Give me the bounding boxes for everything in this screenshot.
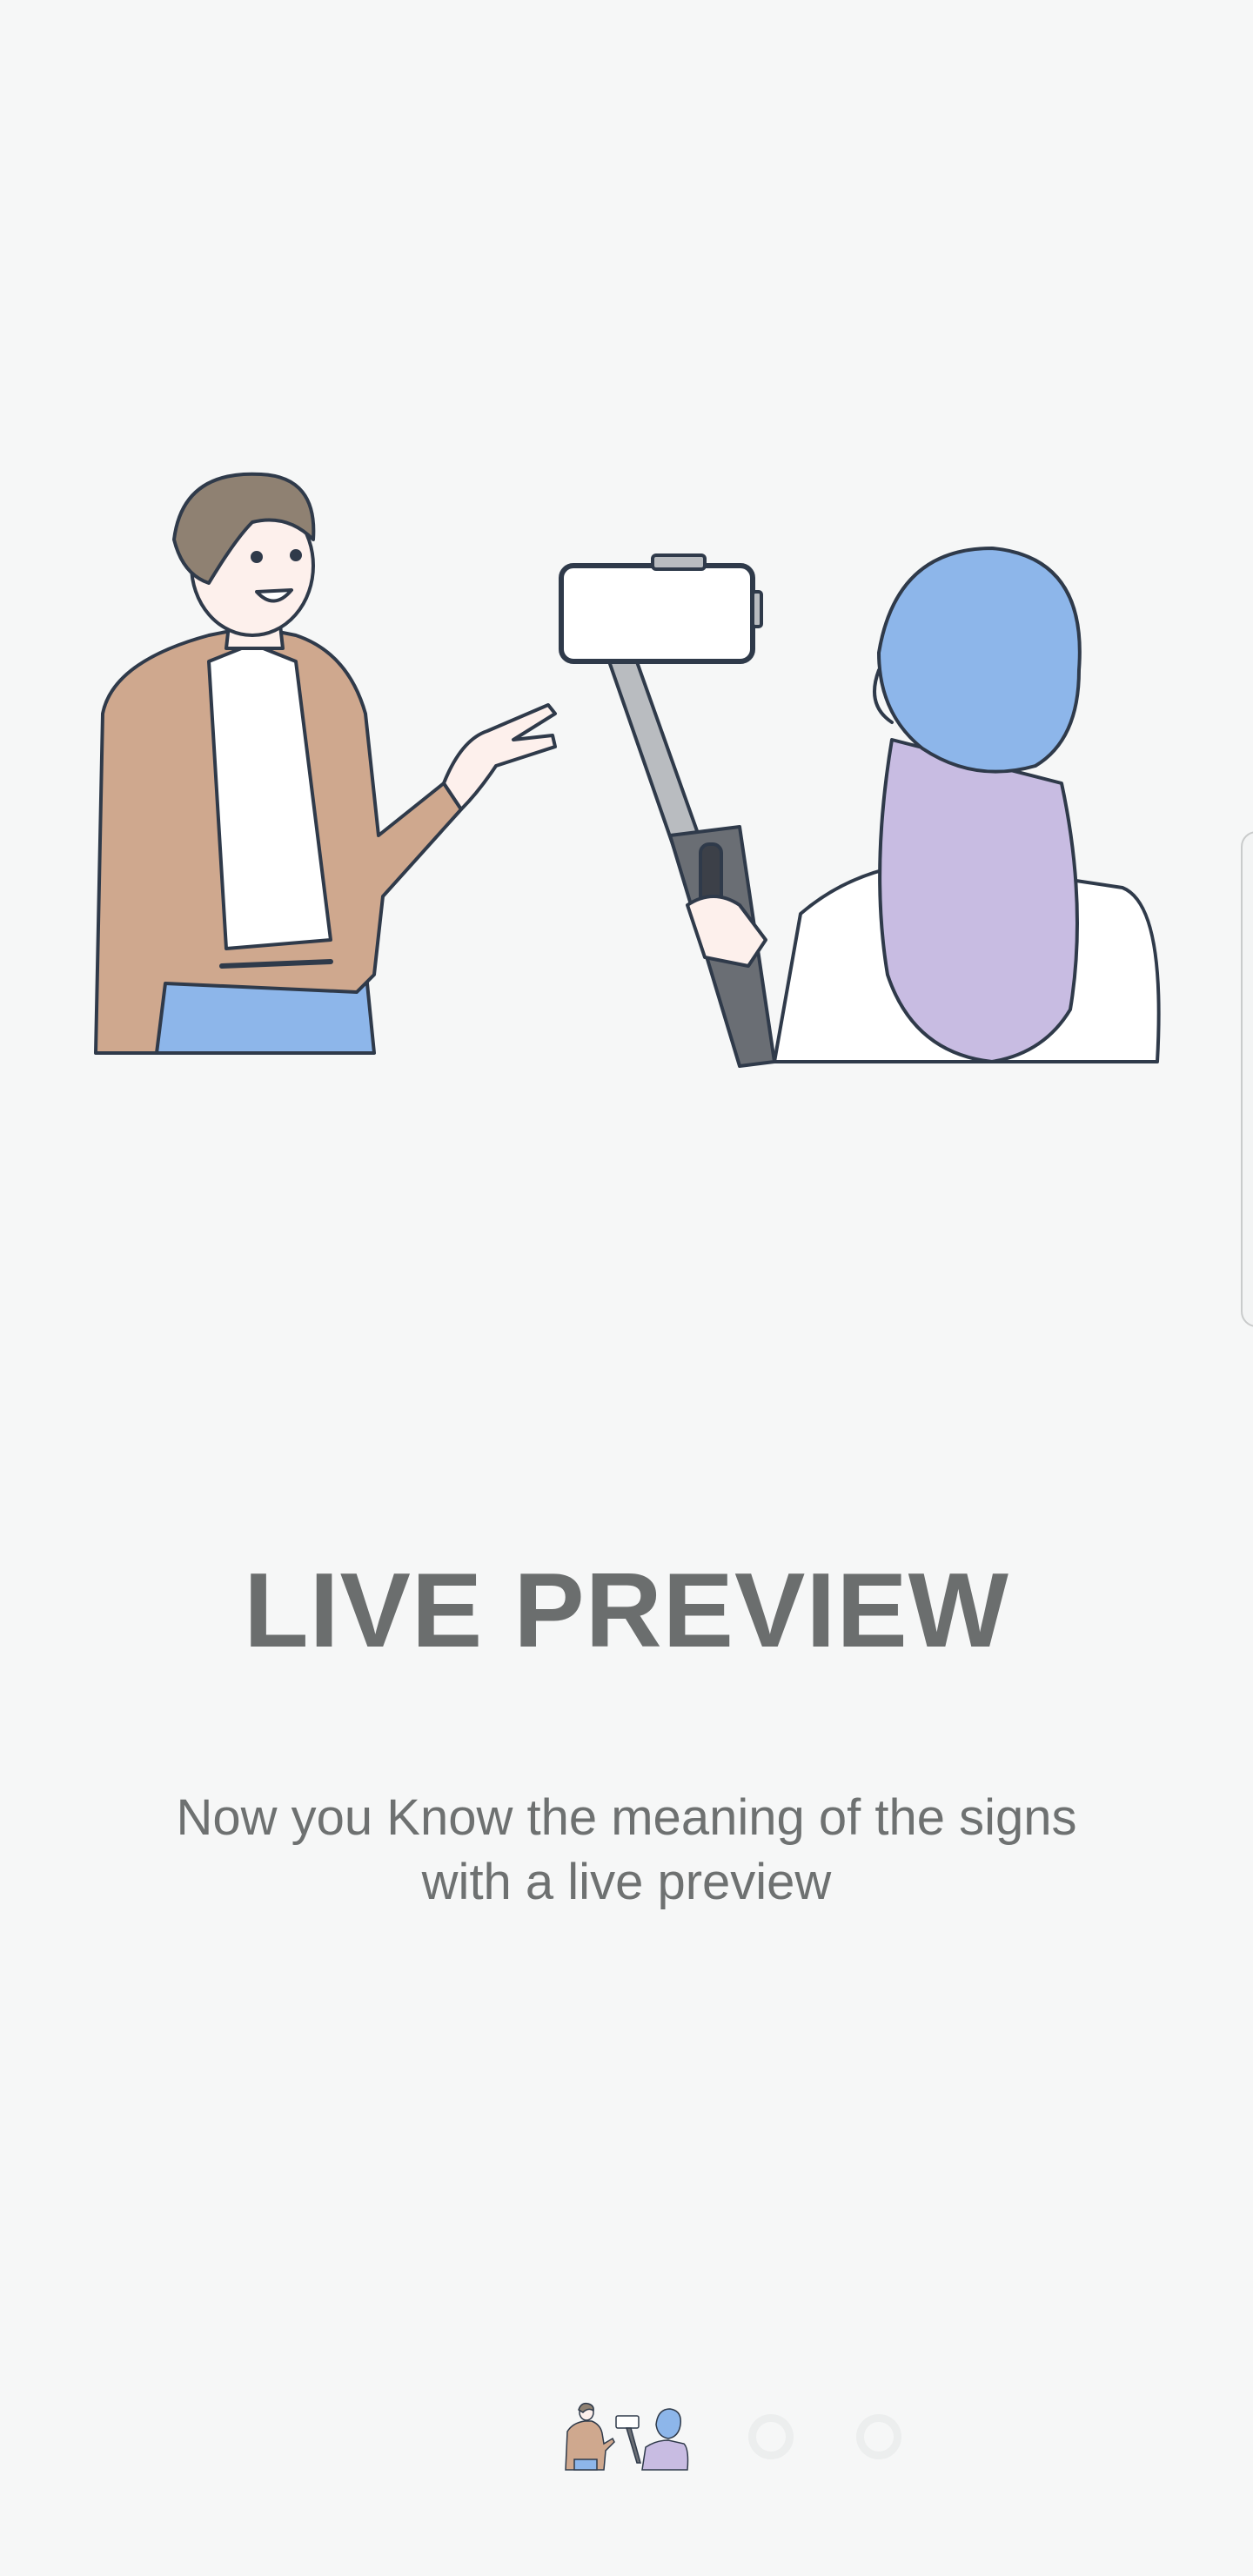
description-line-2: with a live preview xyxy=(421,1854,832,1910)
page-indicator xyxy=(0,2402,1253,2472)
live-preview-illustration xyxy=(94,472,1161,1068)
description-line-1: Now you Know the meaning of the signs xyxy=(176,1789,1077,1846)
page-indicator-active-thumbnail-icon[interactable] xyxy=(562,2402,691,2472)
onboarding-screen: LIVE PREVIEW Now you Know the meaning of… xyxy=(0,0,1253,2576)
page-title: LIVE PREVIEW xyxy=(244,1551,1009,1669)
page-dot-icon[interactable] xyxy=(856,2414,901,2459)
edge-panel-handle[interactable] xyxy=(1241,831,1253,1327)
page-dot-icon[interactable] xyxy=(748,2414,794,2459)
page-description: Now you Know the meaning of the signs wi… xyxy=(104,1786,1149,1915)
